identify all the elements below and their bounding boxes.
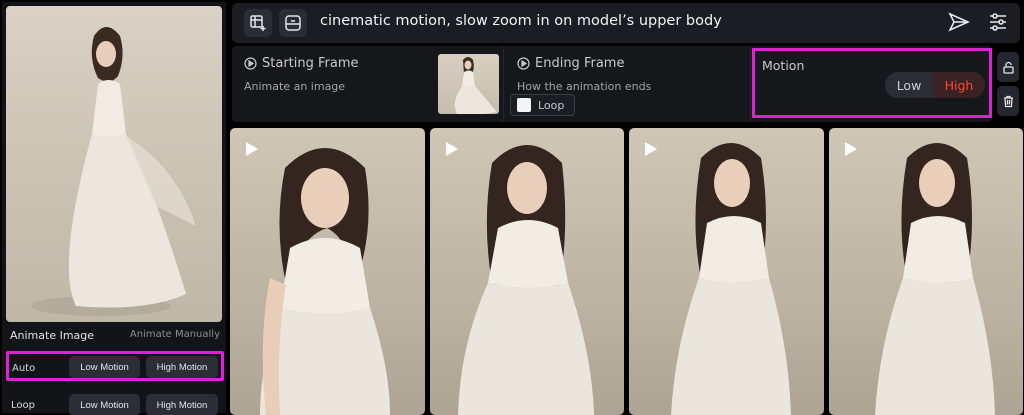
result-video-3[interactable] xyxy=(629,128,824,415)
starting-frame-title: Starting Frame xyxy=(244,56,359,71)
motion-title: Motion xyxy=(762,58,805,73)
prompt-input[interactable]: cinematic motion, slow zoom in on model’… xyxy=(320,13,722,29)
starting-frame-subtitle: Animate an image xyxy=(244,80,346,93)
motion-panel: Motion Low High xyxy=(752,48,992,118)
auto-low-motion-button[interactable]: Low Motion xyxy=(69,356,140,378)
result-video-4[interactable] xyxy=(829,128,1023,415)
starting-frame[interactable]: Starting Frame Animate an image xyxy=(232,46,504,122)
loop-high-motion-button[interactable]: High Motion xyxy=(146,394,218,415)
auto-label: Auto xyxy=(12,363,36,374)
result-video-1[interactable] xyxy=(230,128,425,415)
auto-high-motion-button[interactable]: High Motion xyxy=(146,356,218,378)
lock-icon xyxy=(1002,61,1014,74)
motion-toggle[interactable]: Low High xyxy=(885,72,985,98)
result-video-2[interactable] xyxy=(430,128,624,415)
animate-manually-link[interactable]: Animate Manually xyxy=(130,329,220,340)
ending-frame-title: Ending Frame xyxy=(517,56,624,71)
play-icon[interactable] xyxy=(245,141,259,157)
source-image[interactable] xyxy=(6,6,222,322)
add-frame-icon[interactable] xyxy=(244,9,272,37)
delete-button[interactable] xyxy=(997,86,1019,116)
motion-high-option[interactable]: High xyxy=(933,72,985,98)
play-circle-icon xyxy=(244,57,257,70)
play-icon[interactable] xyxy=(844,141,858,157)
prompt-bar: cinematic motion, slow zoom in on model’… xyxy=(232,3,1020,43)
loop-low-motion-button[interactable]: Low Motion xyxy=(69,394,140,415)
results-gallery xyxy=(230,128,1024,415)
video-frame-figure xyxy=(458,145,594,415)
video-frame-figure xyxy=(875,143,995,415)
image-frame-icon[interactable] xyxy=(279,9,307,37)
video-frame-figure xyxy=(671,143,791,415)
starting-frame-thumbnail[interactable] xyxy=(438,54,499,114)
model-figure xyxy=(31,27,196,316)
checkbox-square[interactable] xyxy=(517,98,531,112)
loop-row-label: Loop xyxy=(11,400,35,411)
lock-button[interactable] xyxy=(997,52,1019,82)
loop-checkbox[interactable]: Loop xyxy=(510,94,575,116)
starting-frame-label: Starting Frame xyxy=(262,56,359,71)
thumbnail-figure xyxy=(454,57,497,114)
send-icon[interactable] xyxy=(948,11,970,33)
settings-sliders-icon[interactable] xyxy=(987,11,1009,33)
play-circle-icon xyxy=(517,57,530,70)
animate-image-header: Animate Image Animate Manually xyxy=(10,329,220,345)
motion-low-option[interactable]: Low xyxy=(885,72,933,98)
loop-label: Loop xyxy=(538,98,565,112)
loop-motion-row: Loop Low Motion High Motion xyxy=(6,392,224,415)
video-frame-figure xyxy=(260,148,390,415)
ending-frame-label: Ending Frame xyxy=(535,56,625,71)
play-icon[interactable] xyxy=(644,141,658,157)
auto-motion-row: Auto Low Motion High Motion xyxy=(6,351,224,381)
play-icon[interactable] xyxy=(445,141,459,157)
ending-frame[interactable]: Ending Frame How the animation ends Loop xyxy=(505,46,751,122)
left-panel: Animate Image Animate Manually Auto Low … xyxy=(0,0,228,415)
animate-image-label: Animate Image xyxy=(10,329,95,342)
trash-icon xyxy=(1003,95,1013,107)
ending-frame-subtitle: How the animation ends xyxy=(517,80,652,93)
